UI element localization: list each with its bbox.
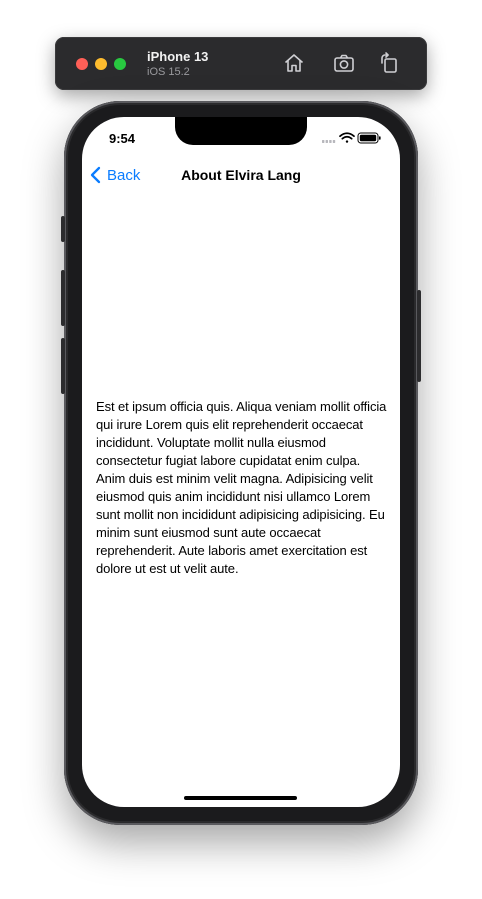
close-window-button[interactable] bbox=[76, 58, 88, 70]
mute-switch bbox=[61, 216, 65, 242]
status-time: 9:54 bbox=[109, 131, 136, 146]
status-icons bbox=[322, 131, 382, 145]
zoom-window-button[interactable] bbox=[114, 58, 126, 70]
rotate-icon[interactable] bbox=[377, 51, 401, 75]
minimize-window-button[interactable] bbox=[95, 58, 107, 70]
battery-icon bbox=[357, 132, 381, 144]
device-screen: 9:54 Back About Elvira Lang Est et ipsum… bbox=[82, 117, 400, 807]
screenshot-icon[interactable] bbox=[332, 51, 356, 75]
home-indicator[interactable] bbox=[184, 796, 297, 800]
wifi-icon bbox=[339, 132, 355, 143]
volume-up-button bbox=[61, 270, 65, 326]
cellular-icon bbox=[322, 140, 336, 143]
volume-down-button bbox=[61, 338, 65, 394]
home-icon[interactable] bbox=[282, 51, 306, 75]
about-text: Est et ipsum officia quis. Aliqua veniam… bbox=[96, 399, 387, 576]
page-title: About Elvira Lang bbox=[181, 167, 301, 183]
power-button bbox=[417, 290, 421, 382]
device-name: iPhone 13 bbox=[147, 49, 209, 64]
device-os-version: iOS 15.2 bbox=[147, 66, 190, 78]
simulator-toolbar: iPhone 13 iOS 15.2 bbox=[55, 37, 427, 90]
notch bbox=[175, 117, 307, 145]
